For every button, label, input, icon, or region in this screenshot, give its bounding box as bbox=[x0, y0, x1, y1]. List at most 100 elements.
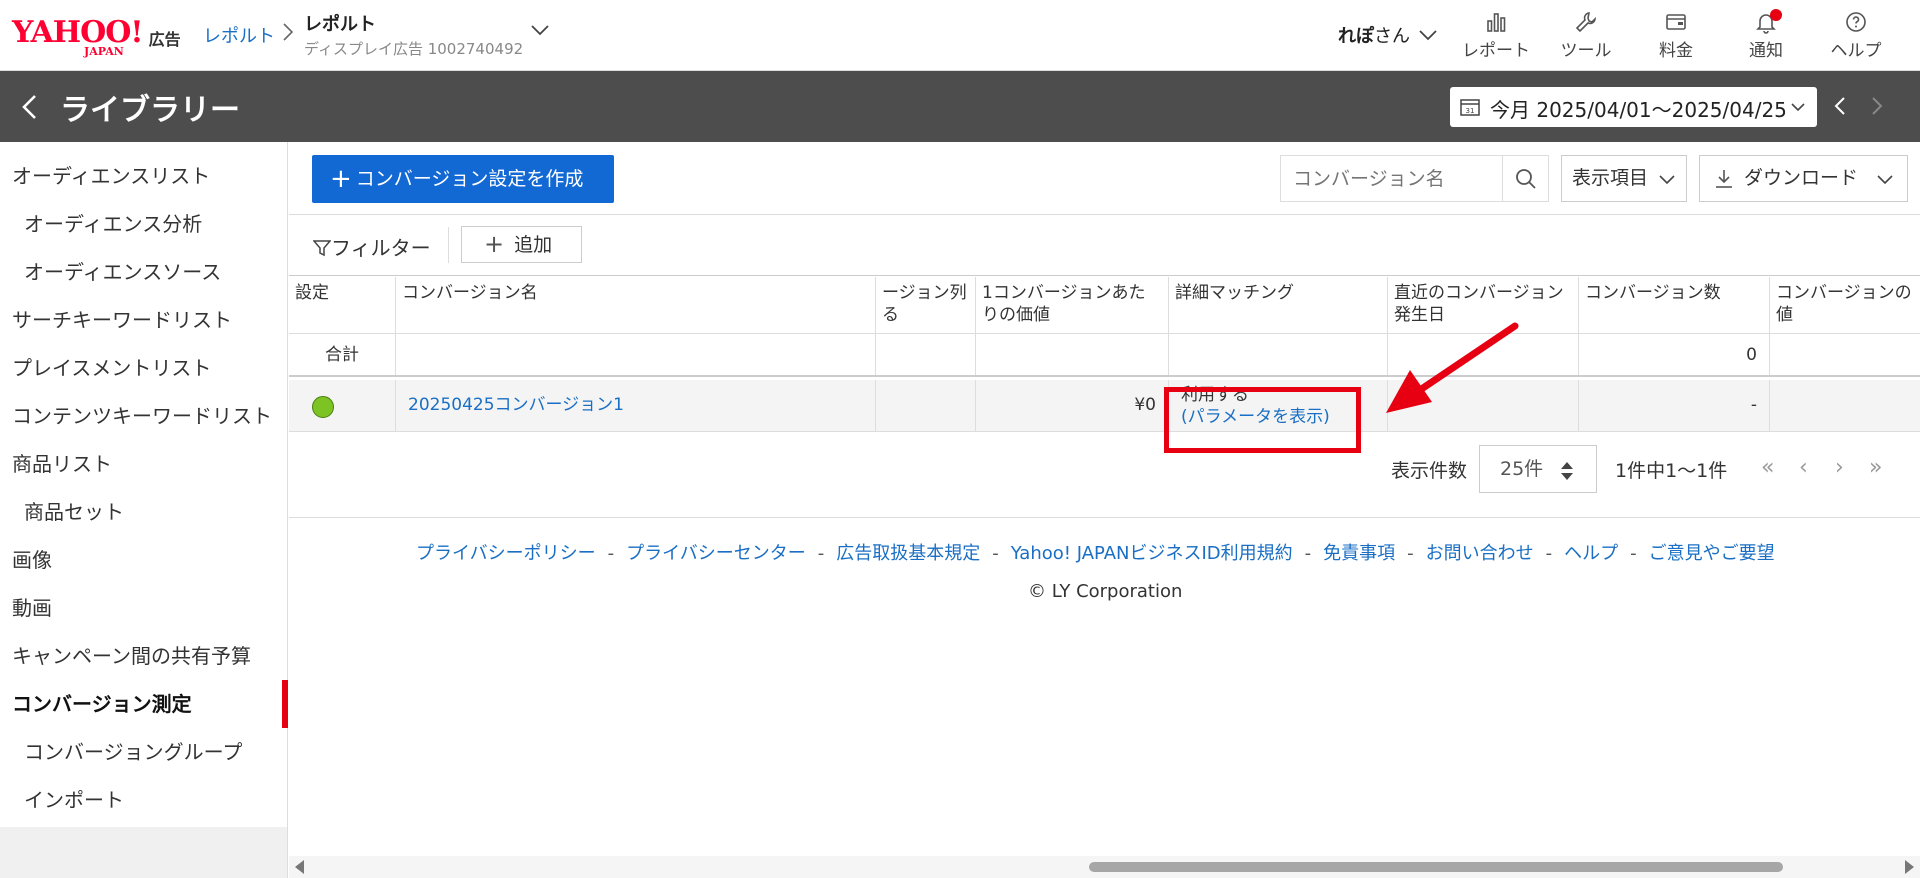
table-total-row: 合計 0 bbox=[289, 334, 1920, 377]
column-header-setting[interactable]: 設定 bbox=[289, 277, 396, 333]
user-menu[interactable]: れぽさん bbox=[1338, 22, 1410, 48]
top-bar: YAHOO! JAPAN 広告 レポルト レポルト ディスプレイ広告 10027… bbox=[0, 0, 1920, 71]
footer-link-contact[interactable]: お問い合わせ bbox=[1426, 543, 1534, 564]
data-cell bbox=[876, 380, 976, 431]
column-header-value-per-conversion[interactable]: 1コンバージョンあたりの価値 bbox=[976, 277, 1169, 333]
footer-separator: - bbox=[1304, 543, 1312, 564]
sidebar-item-conversion-measurement[interactable]: コンバージョン測定 bbox=[0, 680, 288, 728]
filter-label: フィルター bbox=[331, 236, 431, 260]
download-button[interactable]: ダウンロード bbox=[1699, 155, 1908, 202]
value-per-conversion-cell: ¥0 bbox=[976, 380, 1169, 431]
conversion-value-cell bbox=[1770, 380, 1920, 431]
add-filter-button[interactable]: + 追加 bbox=[461, 226, 582, 263]
column-header-partial[interactable]: ージョン列 る bbox=[876, 277, 976, 333]
nav-tools[interactable]: ツール bbox=[1546, 10, 1626, 61]
plus-icon: + bbox=[484, 230, 505, 258]
first-page-icon[interactable]: « bbox=[1761, 455, 1774, 480]
sidebar-item-audience-source[interactable]: オーディエンスソース bbox=[0, 248, 288, 296]
last-page-icon[interactable]: » bbox=[1869, 455, 1882, 480]
account-switch-chevron-icon[interactable] bbox=[530, 20, 550, 40]
footer-link-help[interactable]: ヘルプ bbox=[1564, 543, 1618, 564]
nav-help[interactable]: ヘルプ bbox=[1816, 10, 1896, 61]
pagination: 表示件数 25件 1件中1～1件 « ‹ › » bbox=[289, 431, 1920, 518]
sidebar-item-images[interactable]: 画像 bbox=[0, 536, 288, 584]
logo-wordmark: YAHOO! bbox=[12, 15, 144, 50]
next-page-icon[interactable]: › bbox=[1835, 455, 1844, 480]
column-header-conversion-count[interactable]: コンバージョン数 bbox=[1579, 277, 1770, 333]
conversion-search-input[interactable] bbox=[1280, 155, 1502, 202]
create-conversion-button[interactable]: + コンバージョン設定を作成 bbox=[312, 155, 614, 203]
footer-separator: - bbox=[1545, 543, 1553, 564]
main-toolbar: +コンバージョン設定を作成 表示項目 ダウンロード bbox=[289, 142, 1920, 215]
search-button[interactable] bbox=[1502, 155, 1549, 202]
logo-japan: JAPAN bbox=[84, 45, 124, 58]
footer-link-disclaimer[interactable]: 免責事項 bbox=[1323, 543, 1395, 564]
sidebar-item-search-keyword-list[interactable]: サーチキーワードリスト bbox=[0, 296, 288, 344]
sidebar-item-audience-list[interactable]: オーディエンスリスト bbox=[0, 152, 288, 200]
scrollbar-thumb[interactable] bbox=[1089, 862, 1783, 872]
yahoo-logo[interactable]: YAHOO! JAPAN 広告 bbox=[12, 15, 181, 59]
nav-billing[interactable]: 料金 bbox=[1636, 10, 1716, 61]
sidebar-item-import[interactable]: インポート bbox=[0, 776, 288, 824]
total-cell bbox=[396, 334, 876, 375]
scroll-right-icon[interactable] bbox=[1905, 860, 1914, 874]
nav-report-label: レポート bbox=[1462, 41, 1530, 61]
date-prev-chevron-icon[interactable] bbox=[1833, 95, 1847, 117]
nav-report[interactable]: レポート bbox=[1456, 10, 1536, 61]
date-range-selector[interactable]: 31 今月 2025/04/01～2025/04/25 bbox=[1450, 87, 1817, 127]
column-header-conversion-value[interactable]: コンバージョンの値 bbox=[1770, 277, 1920, 333]
conversion-name-link[interactable]: 20250425コンバージョン1 bbox=[396, 380, 876, 431]
horizontal-scrollbar[interactable] bbox=[289, 856, 1920, 878]
toolbar-divider bbox=[448, 227, 449, 263]
breadcrumb-account-link[interactable]: レポルト bbox=[203, 22, 275, 48]
footer-link-feedback[interactable]: ご意見やご要望 bbox=[1649, 543, 1775, 564]
download-icon bbox=[1716, 170, 1732, 188]
footer-separator: - bbox=[1630, 543, 1637, 564]
sidebar-item-shared-budget[interactable]: キャンペーン間の共有予算 bbox=[0, 632, 288, 680]
plus-icon: + bbox=[330, 164, 352, 194]
columns-button[interactable]: 表示項目 bbox=[1561, 155, 1687, 202]
sidebar-item-conversion-group[interactable]: コンバージョングループ bbox=[0, 728, 288, 776]
footer-link-ad-rules[interactable]: 広告取扱基本規定 bbox=[836, 543, 980, 564]
notification-badge bbox=[1770, 9, 1782, 21]
back-chevron-icon[interactable] bbox=[20, 94, 40, 120]
scroll-left-icon[interactable] bbox=[295, 860, 304, 874]
footer-link-business-id-terms[interactable]: Yahoo! JAPANビジネスID利用規約 bbox=[1011, 543, 1293, 564]
nav-notify-label: 通知 bbox=[1749, 41, 1783, 61]
per-page-select[interactable]: 25件 bbox=[1479, 445, 1597, 493]
footer-link-privacy-policy[interactable]: プライバシーポリシー bbox=[416, 543, 596, 564]
sort-arrows-icon bbox=[1561, 462, 1573, 480]
sidebar-item-videos[interactable]: 動画 bbox=[0, 584, 288, 632]
date-next-chevron-icon[interactable] bbox=[1870, 95, 1884, 117]
footer-link-privacy-center[interactable]: プライバシーセンター bbox=[626, 543, 806, 564]
search-icon bbox=[1516, 169, 1536, 189]
sidebar-item-product-list[interactable]: 商品リスト bbox=[0, 440, 288, 488]
sidebar-item-product-set[interactable]: 商品セット bbox=[0, 488, 288, 536]
status-cell[interactable] bbox=[289, 380, 396, 431]
nav-notify[interactable]: 通知 bbox=[1726, 9, 1806, 61]
annotation-arrow-icon bbox=[1386, 322, 1519, 413]
sidebar-item-placement-list[interactable]: プレイスメントリスト bbox=[0, 344, 288, 392]
table-row: 20250425コンバージョン1 ¥0 利用する (パラメータを表示) - bbox=[289, 380, 1920, 432]
footer-separator: - bbox=[1407, 543, 1414, 564]
column-header-name[interactable]: コンバージョン名 bbox=[396, 277, 876, 333]
conversion-count-cell: - bbox=[1579, 380, 1770, 431]
total-cell bbox=[1169, 334, 1388, 375]
prev-page-icon[interactable]: ‹ bbox=[1799, 455, 1808, 480]
nav-billing-label: 料金 bbox=[1659, 41, 1693, 61]
sidebar-item-content-keyword-list[interactable]: コンテンツキーワードリスト bbox=[0, 392, 288, 440]
footer-separator: - bbox=[992, 543, 999, 564]
filter-icon bbox=[312, 240, 332, 257]
breadcrumb-account-subtitle: ディスプレイ広告 1002740492 bbox=[304, 40, 524, 58]
page-title: ライブラリー bbox=[60, 93, 240, 128]
user-chevron-down-icon[interactable] bbox=[1418, 26, 1438, 44]
footer-links: プライバシーポリシー - プライバシーセンター - 広告取扱基本規定 - Yahoo! JA… bbox=[416, 539, 1775, 565]
page-header: ライブラリー 31 今月 2025/04/01～2025/04/25 bbox=[0, 71, 1920, 142]
filter-toolbar: フィルター + 追加 bbox=[289, 215, 1920, 276]
filter-button[interactable]: フィルター bbox=[312, 232, 431, 261]
copyright: © LY Corporation bbox=[1028, 581, 1183, 602]
svg-text:31: 31 bbox=[1466, 107, 1475, 115]
column-header-detailed-matching[interactable]: 詳細マッチング bbox=[1169, 277, 1388, 333]
sidebar-item-audience-analysis[interactable]: オーディエンス分析 bbox=[0, 200, 288, 248]
total-label: 合計 bbox=[289, 334, 396, 375]
